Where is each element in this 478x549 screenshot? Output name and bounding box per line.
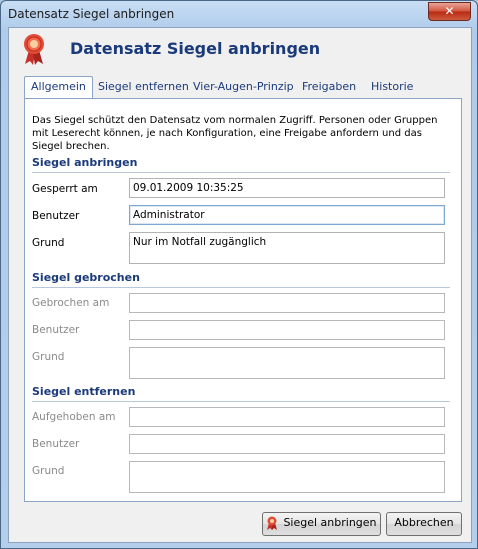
- benutzer-label: Benutzer: [32, 324, 80, 336]
- aufgehoben-am-field: [129, 407, 445, 427]
- gebrochen-am-label: Gebrochen am: [32, 297, 110, 309]
- benutzer-field: [129, 434, 445, 454]
- section-divider: [32, 401, 450, 402]
- gebrochen-am-field: [129, 293, 445, 313]
- tab-bar: Allgemein Siegel entfernen Vier-Augen-Pr…: [24, 76, 464, 99]
- close-button[interactable]: ✕: [428, 2, 471, 21]
- section-divider: [32, 287, 450, 288]
- dialog-client-area: Datensatz Siegel anbringen Allgemein Sie…: [8, 27, 472, 543]
- section-title-siegel-gebrochen: Siegel gebrochen: [32, 271, 140, 284]
- gesperrt-am-field[interactable]: 09.01.2009 10:35:25: [129, 178, 445, 198]
- grund-label: Grund: [32, 237, 65, 249]
- title-bar[interactable]: Datensatz Siegel anbringen ✕: [1, 1, 477, 27]
- grund-field: [129, 347, 445, 379]
- intro-text: Das Siegel schützt den Datensatz vom nor…: [32, 115, 438, 152]
- tab-historie[interactable]: Historie: [365, 77, 419, 97]
- dialog-window: Datensatz Siegel anbringen ✕ Datensatz S…: [0, 0, 478, 549]
- dialog-header: Datensatz Siegel anbringen: [9, 28, 471, 68]
- siegel-anbringen-button-label: Siegel anbringen: [283, 516, 377, 529]
- tab-freigaben[interactable]: Freigaben: [296, 77, 362, 97]
- seal-ribbon-icon: [267, 516, 278, 530]
- aufgehoben-am-label: Aufgehoben am: [32, 411, 116, 423]
- tab-vier-augen-prinzip[interactable]: Vier-Augen-Prinzip: [187, 77, 300, 97]
- benutzer-label: Benutzer: [32, 438, 80, 450]
- section-title-siegel-entfernen: Siegel entfernen: [32, 385, 136, 398]
- tab-allgemein[interactable]: Allgemein: [24, 76, 93, 99]
- window-title: Datensatz Siegel anbringen: [8, 7, 175, 21]
- grund-field: [129, 461, 445, 493]
- tab-panel-allgemein: Das Siegel schützt den Datensatz vom nor…: [24, 98, 462, 502]
- gesperrt-am-label: Gesperrt am: [32, 183, 98, 195]
- grund-field[interactable]: Nur im Notfall zugänglich: [129, 232, 445, 264]
- siegel-anbringen-button[interactable]: Siegel anbringen: [262, 512, 381, 536]
- grund-label: Grund: [32, 351, 65, 363]
- abbrechen-button[interactable]: Abbrechen: [386, 512, 462, 536]
- tab-siegel-entfernen[interactable]: Siegel entfernen: [92, 77, 195, 97]
- benutzer-field: [129, 320, 445, 340]
- page-title: Datensatz Siegel anbringen: [70, 39, 321, 58]
- grund-label: Grund: [32, 465, 65, 477]
- section-divider: [32, 172, 450, 173]
- section-title-siegel-anbringen: Siegel anbringen: [32, 156, 138, 169]
- seal-ribbon-icon: [24, 34, 44, 65]
- benutzer-label: Benutzer: [32, 210, 80, 222]
- benutzer-field[interactable]: Administrator: [129, 205, 445, 225]
